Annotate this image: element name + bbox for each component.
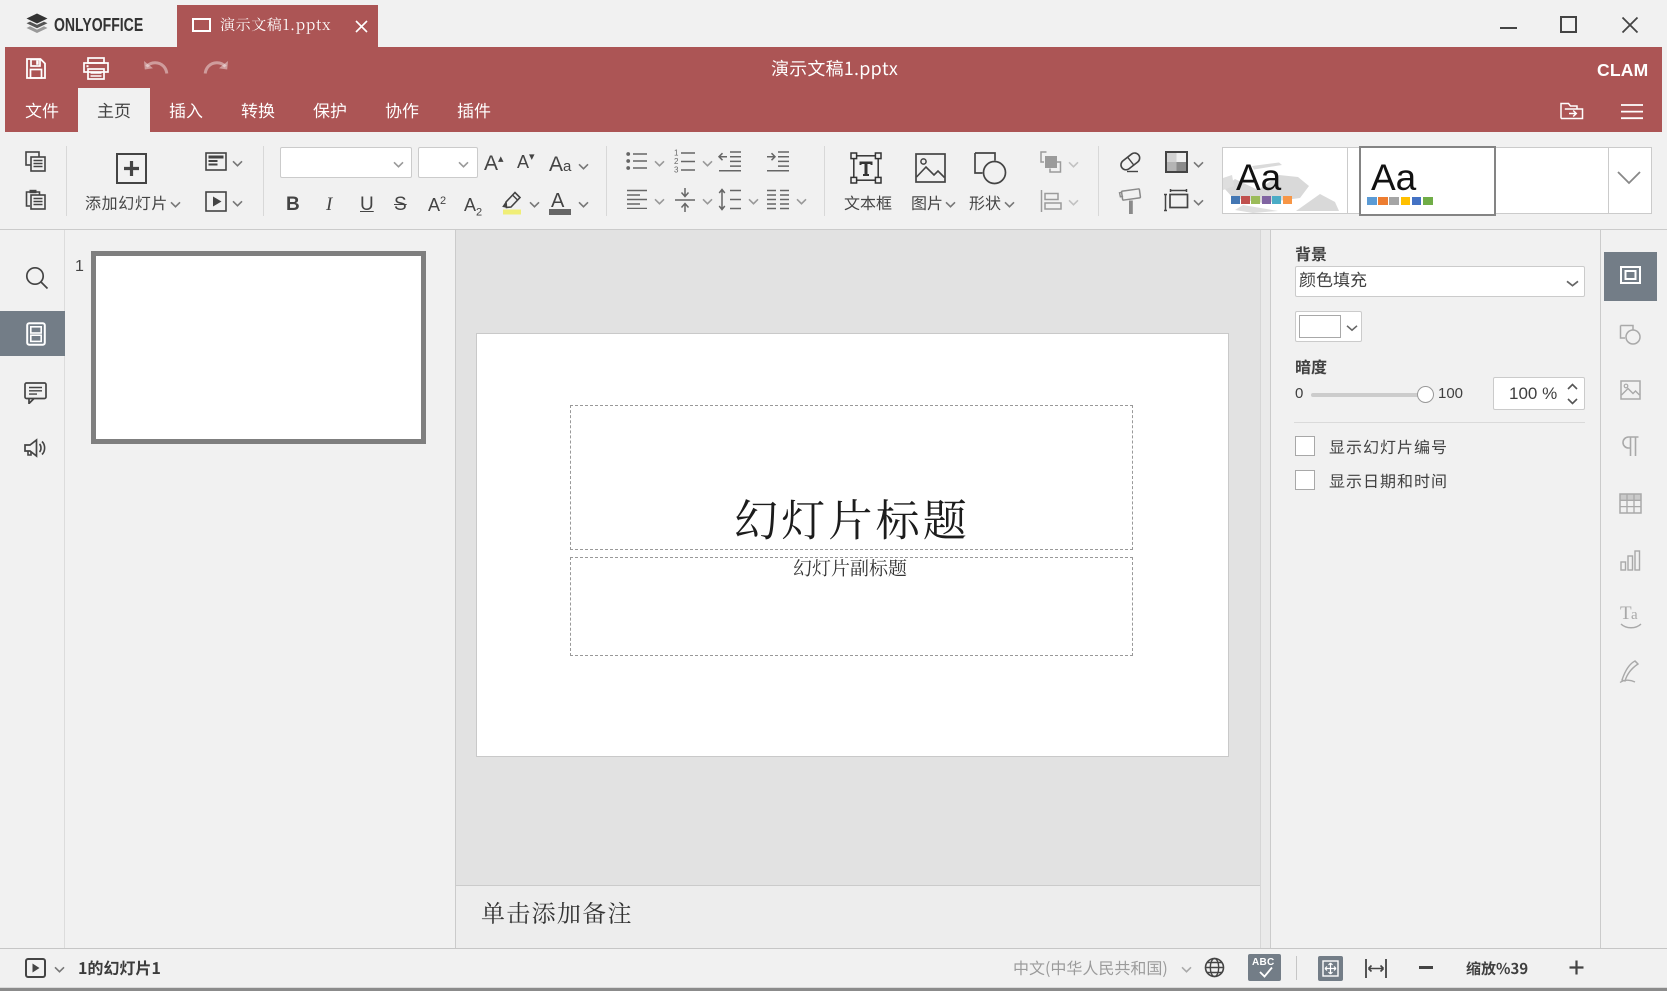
svg-text:3: 3 bbox=[674, 166, 679, 174]
